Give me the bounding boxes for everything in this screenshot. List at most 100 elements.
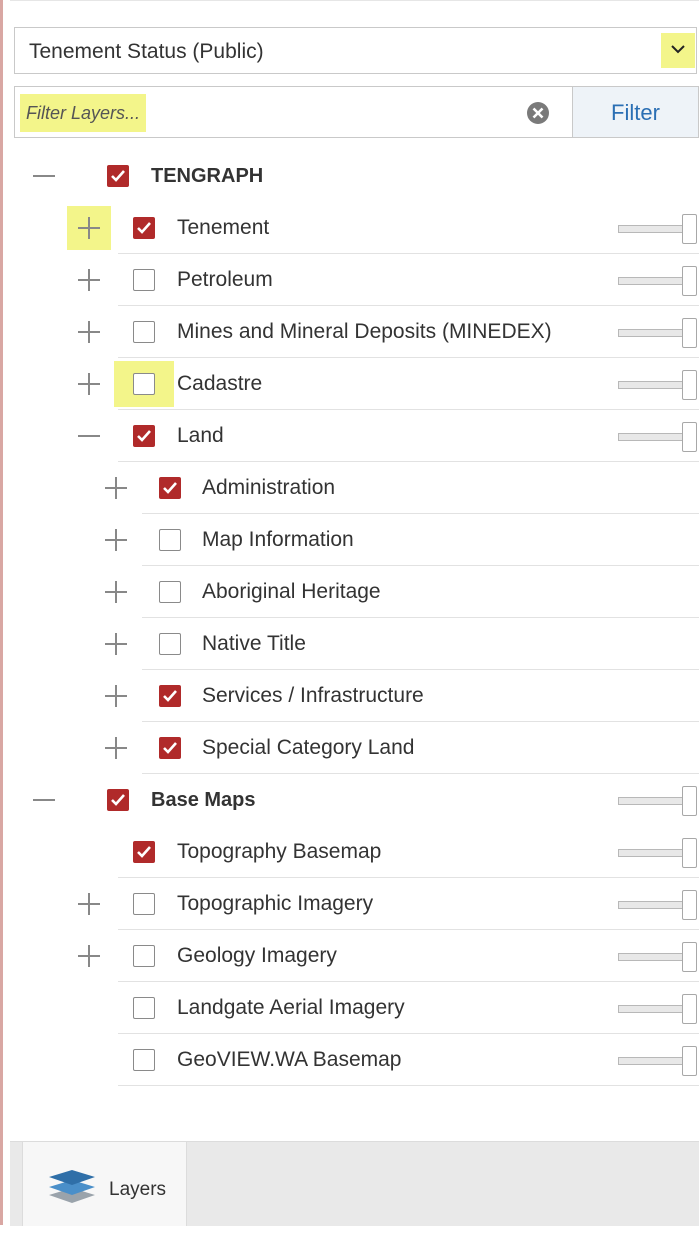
layer-label[interactable]: Native Title (202, 618, 306, 670)
layer-checkbox[interactable] (133, 1049, 155, 1071)
layer-label[interactable]: Land (177, 410, 224, 462)
slider-thumb[interactable] (682, 266, 697, 296)
layer-checkbox[interactable] (133, 321, 155, 343)
opacity-slider[interactable] (618, 942, 698, 972)
layer-set-dropdown[interactable]: Tenement Status (Public) (14, 27, 697, 74)
layer-checkbox-checked[interactable] (133, 217, 155, 239)
layer-checkbox-checked[interactable] (159, 737, 181, 759)
layer-row: Native Title (0, 618, 699, 670)
opacity-slider[interactable] (618, 422, 698, 452)
opacity-slider[interactable] (618, 266, 698, 296)
plus-icon[interactable] (94, 670, 138, 722)
opacity-slider[interactable] (618, 994, 698, 1024)
layer-checkbox-checked[interactable] (107, 789, 129, 811)
opacity-slider[interactable] (618, 370, 698, 400)
layer-label[interactable]: Administration (202, 462, 335, 514)
layer-label[interactable]: Base Maps (151, 774, 256, 826)
layer-label[interactable]: Cadastre (177, 358, 262, 410)
layer-checkbox[interactable] (133, 373, 155, 395)
chevron-down-icon[interactable] (661, 33, 695, 68)
slider-track (618, 797, 684, 805)
layer-checkbox[interactable] (133, 269, 155, 291)
layer-checkbox[interactable] (133, 945, 155, 967)
plus-icon[interactable] (67, 358, 111, 410)
slider-thumb[interactable] (682, 318, 697, 348)
layer-row: Aboriginal Heritage (0, 566, 699, 618)
plus-icon[interactable] (67, 930, 111, 982)
layer-row: Special Category Land (0, 722, 699, 774)
opacity-slider[interactable] (618, 838, 698, 868)
opacity-slider[interactable] (618, 786, 698, 816)
plus-icon[interactable] (94, 566, 138, 618)
minus-icon[interactable] (22, 150, 66, 202)
slider-thumb[interactable] (682, 786, 697, 816)
layer-checkbox[interactable] (159, 581, 181, 603)
layer-label[interactable]: Topography Basemap (177, 826, 381, 878)
layer-label[interactable]: Landgate Aerial Imagery (177, 982, 405, 1034)
plus-icon[interactable] (67, 254, 111, 306)
opacity-slider[interactable] (618, 214, 698, 244)
opacity-slider[interactable] (618, 890, 698, 920)
filter-button[interactable]: Filter (573, 86, 699, 138)
plus-icon[interactable] (94, 514, 138, 566)
layer-row: Base Maps (0, 774, 699, 826)
layer-label[interactable]: TENGRAPH (151, 150, 263, 202)
layer-row: TENGRAPH (0, 150, 699, 202)
layer-label[interactable]: Map Information (202, 514, 354, 566)
layer-label[interactable]: Services / Infrastructure (202, 670, 424, 722)
layer-checkbox-checked[interactable] (159, 477, 181, 499)
slider-track (618, 381, 684, 389)
slider-track (618, 277, 684, 285)
layer-checkbox-checked[interactable] (159, 685, 181, 707)
plus-icon[interactable] (94, 462, 138, 514)
layer-checkbox[interactable] (159, 633, 181, 655)
layer-row: Tenement (0, 202, 699, 254)
layer-label[interactable]: Topographic Imagery (177, 878, 373, 930)
layer-label[interactable]: Tenement (177, 202, 269, 254)
slider-track (618, 329, 684, 337)
plus-icon[interactable] (67, 306, 111, 358)
layer-row: Geology Imagery (0, 930, 699, 982)
plus-icon[interactable] (67, 878, 111, 930)
layer-label[interactable]: Special Category Land (202, 722, 414, 774)
layer-label[interactable]: Petroleum (177, 254, 273, 306)
clear-x-icon[interactable] (526, 101, 550, 130)
slider-track (618, 1057, 684, 1065)
minus-icon[interactable] (67, 410, 111, 462)
tab-layers-label: Layers (109, 1179, 167, 1200)
opacity-slider[interactable] (618, 1046, 698, 1076)
slider-track (618, 849, 684, 857)
dropdown-value: Tenement Status (Public) (29, 40, 264, 63)
slider-thumb[interactable] (682, 994, 697, 1024)
plus-icon[interactable] (67, 206, 111, 250)
layer-checkbox[interactable] (133, 997, 155, 1019)
filter-input[interactable]: Filter Layers... (14, 86, 573, 138)
layer-label[interactable]: Aboriginal Heritage (202, 566, 381, 618)
slider-track (618, 901, 684, 909)
slider-thumb[interactable] (682, 370, 697, 400)
layer-label[interactable]: Geology Imagery (177, 930, 337, 982)
slider-thumb[interactable] (682, 942, 697, 972)
plus-icon[interactable] (94, 618, 138, 670)
slider-thumb[interactable] (682, 1046, 697, 1076)
layer-checkbox-checked[interactable] (107, 165, 129, 187)
tab-layers[interactable]: Layers (22, 1142, 187, 1226)
layer-row: Map Information (0, 514, 699, 566)
layer-row: Petroleum (0, 254, 699, 306)
slider-thumb[interactable] (682, 422, 697, 452)
slider-thumb[interactable] (682, 214, 697, 244)
layer-label[interactable]: Mines and Mineral Deposits (MINEDEX) (177, 306, 552, 358)
opacity-slider[interactable] (618, 318, 698, 348)
layer-label[interactable]: GeoVIEW.WA Basemap (177, 1034, 401, 1086)
layer-checkbox-checked[interactable] (133, 841, 155, 863)
slider-thumb[interactable] (682, 890, 697, 920)
slider-track (618, 953, 684, 961)
layer-checkbox[interactable] (133, 893, 155, 915)
layer-checkbox-checked[interactable] (133, 425, 155, 447)
slider-thumb[interactable] (682, 838, 697, 868)
layer-row: Mines and Mineral Deposits (MINEDEX) (0, 306, 699, 358)
layer-checkbox[interactable] (159, 529, 181, 551)
row-separator (118, 1085, 699, 1086)
plus-icon[interactable] (94, 722, 138, 774)
minus-icon[interactable] (22, 774, 66, 826)
